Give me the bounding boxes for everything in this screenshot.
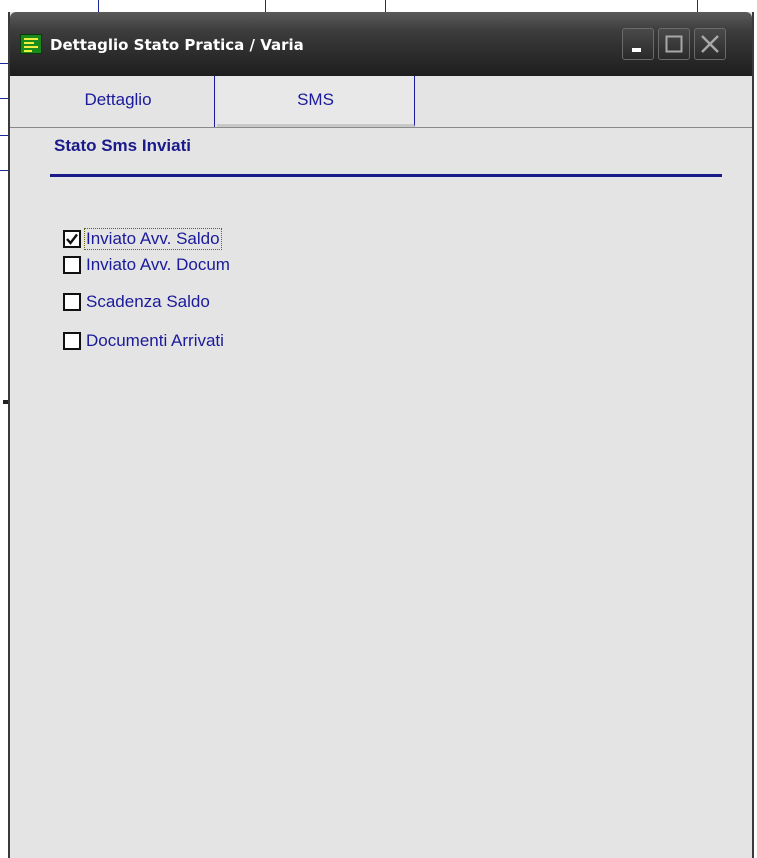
background-grid-tick [0, 98, 8, 99]
checkbox-box[interactable] [63, 230, 81, 248]
app-icon [20, 34, 42, 54]
maximize-button[interactable] [658, 28, 690, 60]
checkbox-label[interactable]: Documenti Arrivati [86, 331, 224, 351]
checkbox-inviato-avv-docum[interactable]: Inviato Avv. Docum [63, 252, 230, 278]
background-grid-tick [0, 135, 8, 136]
background-grid-line [385, 0, 386, 12]
background-grid-line [98, 0, 99, 12]
background-grid-tick [0, 63, 8, 64]
section-title: Stato Sms Inviati [54, 136, 191, 155]
tab-bar: Dettaglio SMS [10, 76, 752, 128]
minimize-button[interactable] [622, 28, 654, 60]
close-button[interactable] [694, 28, 726, 60]
checkbox-documenti-arrivati[interactable]: Documenti Arrivati [63, 328, 224, 354]
checkbox-label[interactable]: Inviato Avv. Docum [86, 255, 230, 275]
checkbox-inviato-avv-saldo[interactable]: Inviato Avv. Saldo [63, 226, 222, 252]
maximize-icon [665, 35, 683, 53]
checkmark-icon [66, 233, 78, 245]
tab-dettaglio[interactable]: Dettaglio [22, 76, 215, 127]
close-icon [701, 35, 719, 53]
checkbox-box[interactable] [63, 332, 81, 350]
checkbox-box[interactable] [63, 293, 81, 311]
background-grid-line [265, 0, 266, 12]
checkbox-label[interactable]: Scadenza Saldo [86, 292, 210, 312]
background-grid-line [697, 0, 698, 12]
checkbox-label[interactable]: Inviato Avv. Saldo [84, 228, 222, 250]
checkbox-scadenza-saldo[interactable]: Scadenza Saldo [63, 289, 210, 315]
dialog-window: Dettaglio Stato Pratica / Varia Dettagli… [8, 12, 754, 858]
section-divider [50, 174, 722, 177]
title-bar[interactable]: Dettaglio Stato Pratica / Varia [10, 12, 752, 76]
tab-sms[interactable]: SMS [217, 76, 415, 127]
minimize-icon [632, 48, 641, 52]
background-grid-tick [0, 170, 8, 171]
window-title: Dettaglio Stato Pratica / Varia [50, 36, 304, 54]
checkbox-box[interactable] [63, 256, 81, 274]
